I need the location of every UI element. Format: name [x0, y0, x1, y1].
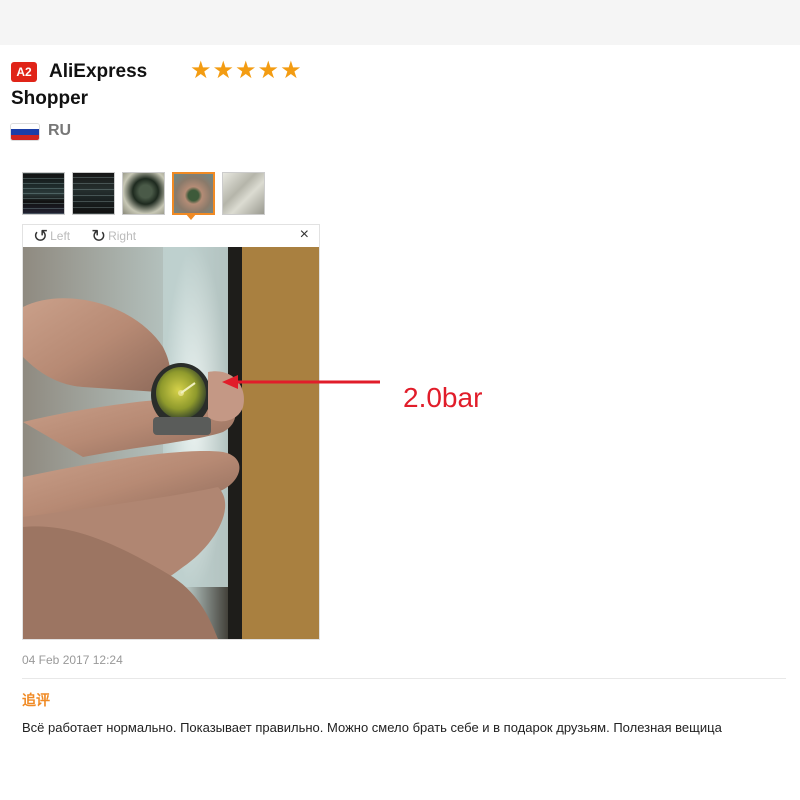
close-icon[interactable]: ×	[300, 226, 309, 244]
review-photo	[23, 247, 319, 639]
rotate-right-icon: ↻	[91, 226, 107, 246]
review-date: 04 Feb 2017 12:24	[22, 653, 123, 667]
feedback-label: 追评	[22, 692, 50, 708]
user-name: AliExpress Shopper	[11, 61, 148, 109]
thumbnail-4[interactable]	[172, 172, 215, 215]
thumbnail-5[interactable]	[222, 172, 265, 215]
thumbnail-3[interactable]	[122, 172, 165, 215]
rotate-left-button[interactable]: ↺ Left	[33, 227, 70, 245]
user-avatar-badge: A2	[11, 62, 37, 82]
review-photo-image	[23, 247, 319, 639]
country-code: RU	[48, 122, 72, 139]
pressure-annotation: 2.0bar	[403, 382, 483, 413]
photo-viewer: ↺ Left ↻ Right ×	[22, 224, 320, 640]
active-thumbnail-caret	[185, 213, 197, 220]
top-band	[0, 0, 800, 45]
rotate-left-label: Left	[50, 229, 71, 243]
thumbnail-1[interactable]	[22, 172, 65, 215]
viewer-toolbar: ↺ Left ↻ Right ×	[23, 225, 319, 247]
thumbnail-2[interactable]	[72, 172, 115, 215]
feedback-text: Всё работает нормально. Показывает прави…	[22, 720, 722, 735]
rotate-right-label: Right	[108, 229, 137, 243]
russia-flag-icon	[11, 124, 39, 140]
thumbnail-strip	[22, 172, 265, 215]
rating-stars: ★★★★★	[190, 57, 303, 84]
rotate-right-button[interactable]: ↻ Right	[91, 227, 136, 245]
divider	[22, 678, 786, 679]
rotate-left-icon: ↺	[33, 226, 49, 246]
